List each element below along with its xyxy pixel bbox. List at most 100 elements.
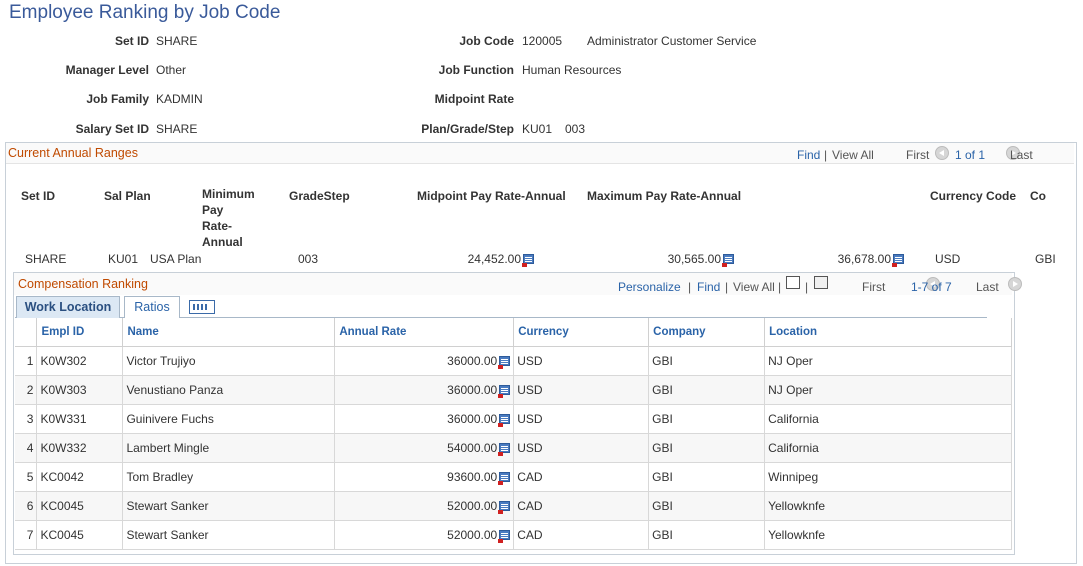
company-cell: GBI [648, 520, 766, 550]
range-currency: USD [935, 252, 961, 266]
personalize-link[interactable]: Personalize [618, 280, 681, 294]
table-row: 3 K0W331 Guinivere Fuchs 36000.00 USD GB… [15, 404, 1012, 434]
location-cell: California [764, 404, 1012, 434]
set-id-label: Set ID [114, 34, 149, 48]
ranking-divider-3: | [778, 280, 782, 294]
location-cell: Yellowknfe [764, 491, 1012, 521]
table-row: 2 K0W303 Venustiano Panza 36000.00 USD G… [15, 375, 1012, 405]
job-code-label: Job Code [459, 34, 514, 48]
name-cell: Tom Bradley [122, 462, 336, 492]
ranking-divider-2: | [725, 280, 729, 294]
currency-cell: CAD [513, 491, 650, 521]
col-currency-code: Currency Code [930, 189, 1017, 203]
row-number: 1 [15, 346, 38, 376]
company-cell: GBI [648, 404, 766, 434]
col-set-id: Set ID [21, 189, 56, 203]
annual-rate-cell: 93600.00 [334, 462, 515, 492]
show-all-columns-icon[interactable] [189, 300, 215, 314]
range-plan-description: USA Plan [150, 252, 202, 266]
calculator-icon[interactable] [498, 500, 511, 514]
calculator-icon[interactable] [498, 384, 511, 398]
salary-set-id-value: SHARE [156, 122, 198, 136]
annual-rate-cell: 52000.00 [334, 520, 515, 550]
job-code-value: 120005 [522, 34, 563, 48]
table-header-row: Empl ID Name Annual Rate Currency Compan… [15, 318, 1012, 347]
new-window-icon[interactable] [786, 276, 800, 289]
col-grade-step: GradeStep [289, 189, 350, 203]
location-cell: NJ Oper [764, 375, 1012, 405]
company-cell: GBI [648, 375, 766, 405]
name-cell: Stewart Sanker [122, 520, 336, 550]
annual-rate-cell: 52000.00 [334, 491, 515, 521]
header-name[interactable]: Name [122, 318, 336, 347]
name-cell: Venustiano Panza [122, 375, 336, 405]
row-number: 4 [15, 433, 38, 463]
table-row: 7 KC0045 Stewart Sanker 52000.00 CAD GBI… [15, 520, 1012, 550]
row-number: 7 [15, 520, 38, 550]
plan-value: KU01 [522, 122, 553, 136]
row-number: 2 [15, 375, 38, 405]
location-cell: Yellowknfe [764, 520, 1012, 550]
company-cell: GBI [648, 462, 766, 492]
calculator-icon[interactable] [892, 253, 905, 267]
header-empl-id[interactable]: Empl ID [36, 318, 124, 347]
range-set-id: SHARE [25, 252, 67, 266]
set-id-value: SHARE [156, 34, 198, 48]
ranking-divider-1: | [688, 280, 692, 294]
calculator-icon[interactable] [722, 253, 735, 267]
company-cell: GBI [648, 346, 766, 376]
header-company[interactable]: Company [648, 318, 766, 347]
name-cell: Victor Trujiyo [122, 346, 336, 376]
empl-id-cell: KC0042 [36, 462, 124, 492]
ranking-last: Last [976, 280, 999, 294]
table-row: 5 KC0042 Tom Bradley 93600.00 CAD GBI Wi… [15, 462, 1012, 492]
calculator-icon[interactable] [498, 471, 511, 485]
ranking-next-icon[interactable] [1008, 277, 1023, 291]
calculator-icon[interactable] [498, 529, 511, 543]
header-location[interactable]: Location [764, 318, 1012, 347]
row-number: 6 [15, 491, 38, 521]
ranges-view-all[interactable]: View All [832, 148, 874, 162]
col-midpoint-pay-rate: Midpoint Pay Rate-Annual [417, 189, 566, 203]
ranking-find-link[interactable]: Find [697, 280, 720, 294]
manager-level-value: Other [156, 63, 187, 77]
company-cell: GBI [648, 433, 766, 463]
empl-id-cell: K0W331 [36, 404, 124, 434]
range-midpoint: 30,565.00 [668, 252, 735, 267]
header-annual-rate[interactable]: Annual Rate [334, 318, 515, 347]
empl-id-cell: KC0045 [36, 491, 124, 521]
calculator-icon[interactable] [498, 355, 511, 369]
calculator-icon[interactable] [498, 442, 511, 456]
location-cell: California [764, 433, 1012, 463]
calculator-icon[interactable] [498, 413, 511, 427]
calculator-icon[interactable] [522, 253, 535, 267]
midpoint-rate-label: Midpoint Rate [434, 92, 514, 106]
job-function-label: Job Function [438, 63, 514, 77]
currency-cell: USD [513, 404, 650, 434]
ranking-section-title: Compensation Ranking [18, 277, 148, 291]
manager-level-label: Manager Level [65, 63, 149, 77]
ranges-prev-icon[interactable] [935, 146, 949, 160]
name-cell: Stewart Sanker [122, 491, 336, 521]
ranges-find-link[interactable]: Find [797, 148, 820, 162]
ranking-view-all[interactable]: View All [733, 280, 775, 294]
plan-grade-step-label: Plan/Grade/Step [421, 122, 514, 136]
range-sal-plan: KU01 [108, 252, 139, 266]
job-family-label: Job Family [86, 92, 149, 106]
row-number: 5 [15, 462, 38, 492]
page-title: Employee Ranking by Job Code [9, 2, 281, 23]
tab-work-location[interactable]: Work Location [16, 296, 120, 318]
range-grade-step: 003 [298, 252, 319, 266]
ranges-first: First [906, 148, 930, 162]
currency-cell: USD [513, 346, 650, 376]
download-grid-icon[interactable] [814, 276, 828, 289]
table-row: 1 K0W302 Victor Trujiyo 36000.00 USD GBI… [15, 346, 1012, 376]
ranges-divider: | [824, 148, 828, 162]
range-minimum: 24,452.00 [468, 252, 535, 267]
header-currency[interactable]: Currency [513, 318, 650, 347]
ranges-section-title: Current Annual Ranges [8, 146, 138, 160]
col-maximum-pay-rate: Maximum Pay Rate-Annual [587, 189, 742, 203]
currency-cell: CAD [513, 520, 650, 550]
tab-ratios[interactable]: Ratios [124, 296, 180, 318]
currency-cell: USD [513, 433, 650, 463]
